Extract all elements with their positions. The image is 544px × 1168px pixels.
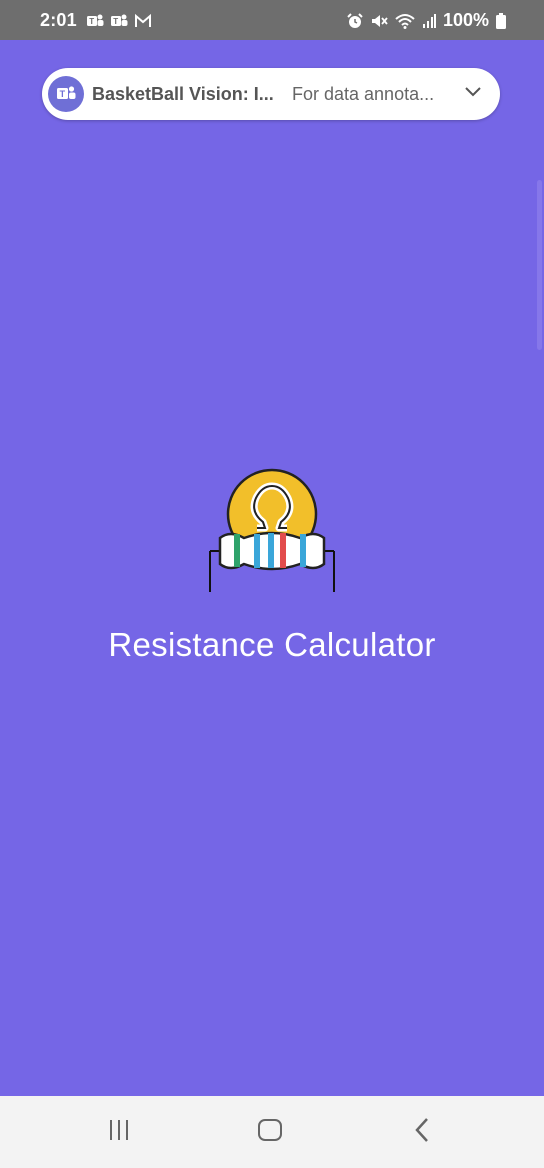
status-system-icons: 100% <box>347 10 506 31</box>
recents-icon[interactable] <box>106 1116 134 1149</box>
notification-title: BasketBall Vision: I... <box>92 84 274 104</box>
svg-text:T: T <box>113 17 118 26</box>
teams-icon: T <box>110 13 128 29</box>
navigation-bar <box>0 1096 544 1168</box>
wifi-icon <box>395 13 415 29</box>
signal-icon <box>422 13 436 29</box>
status-bar: 2:01 T T 100% <box>0 0 544 40</box>
mute-icon <box>370 13 388 29</box>
app-title: Resistance Calculator <box>108 626 436 663</box>
svg-text:T: T <box>60 89 66 99</box>
alarm-icon <box>347 12 363 29</box>
gmail-icon <box>134 13 152 29</box>
notification-pill[interactable]: T BasketBall Vision: I... For data annot… <box>42 68 500 120</box>
status-notification-icons: T T <box>86 13 152 29</box>
teams-icon: T <box>86 13 104 29</box>
resistor-ohm-logo <box>206 468 338 603</box>
teams-icon: T <box>48 76 84 112</box>
home-icon[interactable] <box>256 1116 284 1149</box>
svg-text:T: T <box>89 17 94 26</box>
notification-text: For data annota... <box>292 84 435 104</box>
battery-percent: 100% <box>442 10 489 30</box>
battery-icon <box>496 12 506 29</box>
scroll-indicator <box>537 180 542 350</box>
back-icon[interactable] <box>408 1116 436 1149</box>
chevron-down-icon[interactable] <box>464 85 482 103</box>
status-time: 2:01 <box>40 10 77 30</box>
